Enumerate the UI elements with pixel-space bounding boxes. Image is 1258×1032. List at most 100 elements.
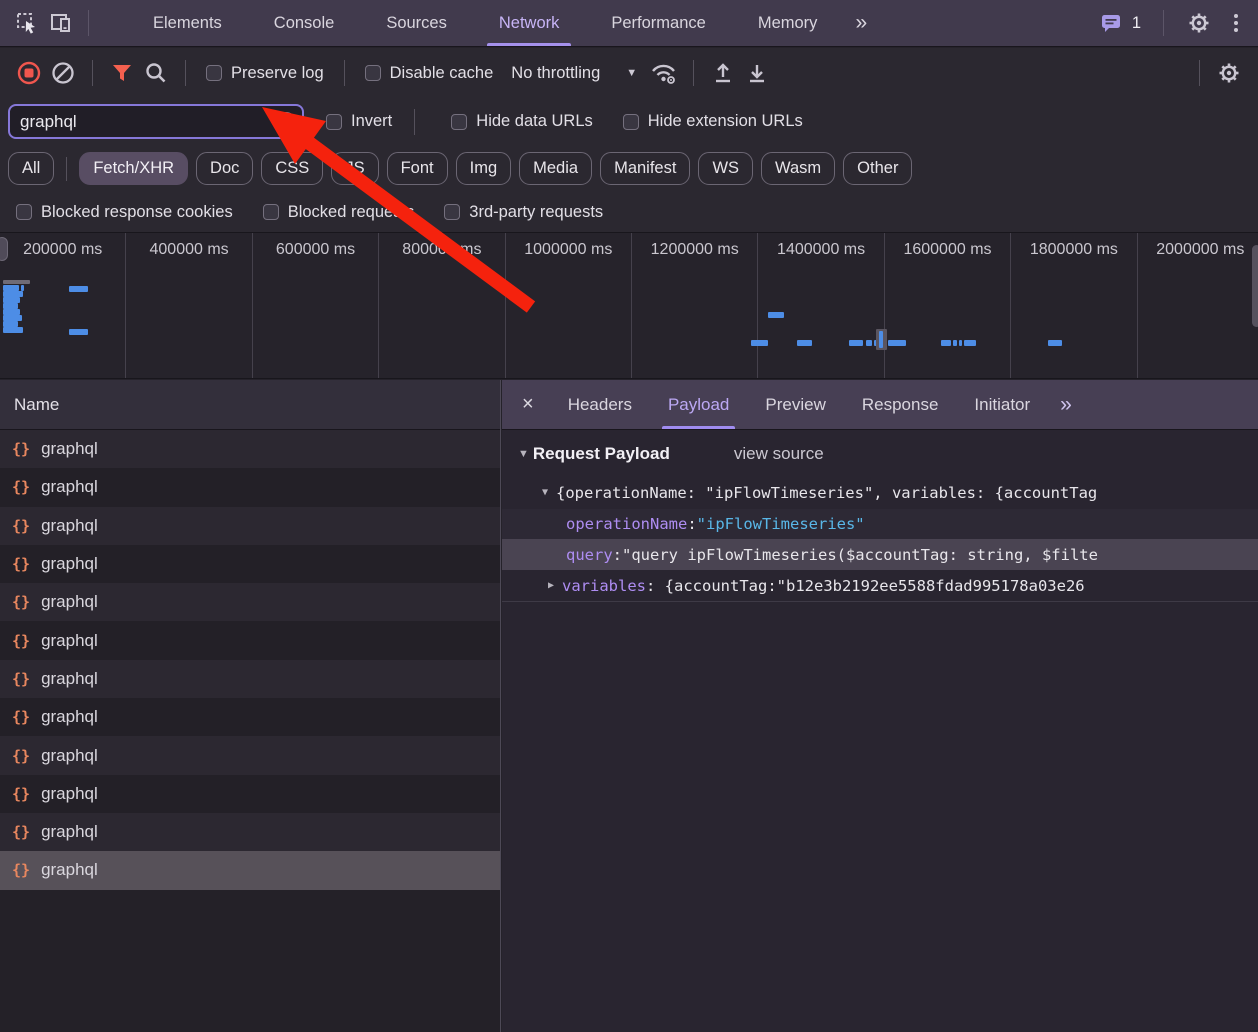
inspect-element-button[interactable] — [10, 6, 44, 40]
more-panels-button[interactable]: » — [843, 11, 879, 35]
network-conditions-button[interactable] — [647, 56, 681, 90]
more-details-tabs-button[interactable]: » — [1048, 393, 1084, 417]
import-har-button[interactable] — [706, 56, 740, 90]
request-name: graphql — [41, 477, 98, 497]
timeline-tick-label: 1600000 ms — [885, 241, 1010, 259]
request-row[interactable]: {}graphql — [0, 736, 500, 774]
timeline-request-bar — [69, 329, 88, 335]
payload-operation-row[interactable]: operationName: "ipFlowTimeseries" — [502, 509, 1258, 539]
disable-cache-checkbox[interactable]: Disable cache — [365, 64, 494, 83]
tab-memory[interactable]: Memory — [732, 0, 844, 46]
throttling-select[interactable]: No throttling ▼ — [511, 64, 637, 83]
clear-icon — [50, 60, 76, 86]
customize-devtools-button[interactable] — [1224, 14, 1248, 32]
tab-console[interactable]: Console — [248, 0, 361, 46]
timeline-tick-label: 1800000 ms — [1011, 241, 1136, 259]
filter-divider — [414, 109, 415, 135]
resource-filter-img[interactable]: Img — [456, 152, 512, 185]
timeline-column: 800000 ms — [379, 233, 505, 378]
payload-query-row[interactable]: query: "query ipFlowTimeseries($accountT… — [502, 539, 1258, 570]
resource-filter-css[interactable]: CSS — [261, 152, 323, 185]
request-row[interactable]: {}graphql — [0, 468, 500, 506]
request-row[interactable]: {}graphql — [0, 660, 500, 698]
fetch-xhr-icon: {} — [12, 708, 30, 726]
timeline-request-bar — [959, 340, 962, 346]
record-icon — [16, 60, 42, 86]
network-conditions-icon — [649, 60, 679, 86]
request-row[interactable]: {}graphql — [0, 583, 500, 621]
details-tab-preview[interactable]: Preview — [747, 380, 843, 429]
colon: : — [613, 546, 622, 564]
view-source-link[interactable]: view source — [734, 444, 824, 464]
request-payload-section-header[interactable]: ▼ Request Payload view source — [502, 444, 1258, 464]
timeline-column: 200000 ms — [0, 233, 126, 378]
request-row[interactable]: {}graphql — [0, 621, 500, 659]
resource-filter-doc[interactable]: Doc — [196, 152, 253, 185]
search-button[interactable] — [139, 56, 173, 90]
request-row[interactable]: {}graphql — [0, 813, 500, 851]
blocked-response-cookies-checkbox[interactable]: Blocked response cookies — [16, 203, 233, 222]
toolbar-divider — [185, 60, 186, 86]
payload-root-row[interactable]: ▼ {operationName: "ipFlowTimeseries", va… — [502, 476, 1258, 509]
request-row[interactable]: {}graphql — [0, 775, 500, 813]
disclosure-expanded-icon[interactable]: ▼ — [518, 448, 529, 460]
resource-filter-js[interactable]: JS — [331, 152, 378, 185]
checkbox-box — [326, 114, 342, 130]
network-overview-timeline[interactable]: 200000 ms400000 ms600000 ms800000 ms1000… — [0, 233, 1258, 379]
invert-checkbox[interactable]: Invert — [326, 112, 392, 131]
resource-filter-other[interactable]: Other — [843, 152, 912, 185]
payload-variables-value: "b12e3b2192ee5588fdad995178a03e26 — [777, 577, 1085, 595]
request-row[interactable]: {}graphql — [0, 507, 500, 545]
preserve-log-checkbox[interactable]: Preserve log — [206, 64, 324, 83]
resource-filter-all[interactable]: All — [8, 152, 54, 185]
resource-filter-fetch-xhr[interactable]: Fetch/XHR — [79, 152, 188, 185]
export-har-button[interactable] — [740, 56, 774, 90]
tab-sources[interactable]: Sources — [360, 0, 473, 46]
hide-extension-urls-checkbox[interactable]: Hide extension URLs — [623, 112, 803, 131]
tab-elements[interactable]: Elements — [127, 0, 248, 46]
requests-list: {}graphql{}graphql{}graphql{}graphql{}gr… — [0, 430, 500, 890]
fetch-xhr-icon: {} — [12, 593, 30, 611]
request-row[interactable]: {}graphql — [0, 430, 500, 468]
3rd-party-requests-checkbox[interactable]: 3rd-party requests — [444, 203, 603, 222]
clear-network-log-button[interactable] — [46, 56, 80, 90]
disclosure-collapsed-icon[interactable]: ▶ — [544, 580, 558, 591]
network-settings-button[interactable] — [1212, 56, 1246, 90]
filter-input[interactable] — [10, 112, 302, 132]
tabbar-right-divider — [1163, 10, 1164, 36]
resource-filter-wasm[interactable]: Wasm — [761, 152, 835, 185]
timeline-tick-label: 1400000 ms — [758, 241, 883, 259]
fetch-xhr-icon: {} — [12, 632, 30, 650]
device-toolbar-button[interactable] — [44, 6, 78, 40]
blocked-response-cookies-label: Blocked response cookies — [41, 203, 233, 222]
tab-network[interactable]: Network — [473, 0, 586, 46]
details-tab-headers[interactable]: Headers — [550, 380, 650, 429]
request-row[interactable]: {}graphql — [0, 851, 500, 889]
details-tab-initiator[interactable]: Initiator — [956, 380, 1048, 429]
record-network-log-button[interactable] — [12, 56, 46, 90]
request-name: graphql — [41, 439, 98, 459]
name-column-header[interactable]: Name — [0, 380, 500, 430]
hide-data-urls-checkbox[interactable]: Hide data URLs — [451, 112, 592, 131]
disclosure-expanded-icon[interactable]: ▼ — [538, 487, 552, 498]
settings-button[interactable] — [1182, 6, 1216, 40]
details-tab-payload[interactable]: Payload — [650, 380, 747, 429]
clear-filter-button[interactable]: × — [276, 112, 296, 132]
filter-button[interactable] — [105, 56, 139, 90]
tab-performance[interactable]: Performance — [585, 0, 731, 46]
resource-filter-manifest[interactable]: Manifest — [600, 152, 690, 185]
payload-variables-row[interactable]: ▶ variables: {accountTag: "b12e3b2192ee5… — [502, 570, 1258, 602]
timeline-column: 1000000 ms — [506, 233, 632, 378]
resource-filter-ws[interactable]: WS — [698, 152, 753, 185]
request-row[interactable]: {}graphql — [0, 698, 500, 736]
details-tab-response[interactable]: Response — [844, 380, 957, 429]
payload-root-text: {operationName: "ipFlowTimeseries", vari… — [556, 484, 1097, 502]
messages-icon[interactable] — [1098, 10, 1124, 36]
resource-filter-font[interactable]: Font — [387, 152, 448, 185]
request-row[interactable]: {}graphql — [0, 545, 500, 583]
blocked-requests-checkbox[interactable]: Blocked requests — [263, 203, 415, 222]
resource-filter-media[interactable]: Media — [519, 152, 592, 185]
close-details-button[interactable]: × — [502, 393, 550, 416]
payload-key: query — [566, 546, 613, 564]
timeline-request-bar — [953, 340, 957, 346]
